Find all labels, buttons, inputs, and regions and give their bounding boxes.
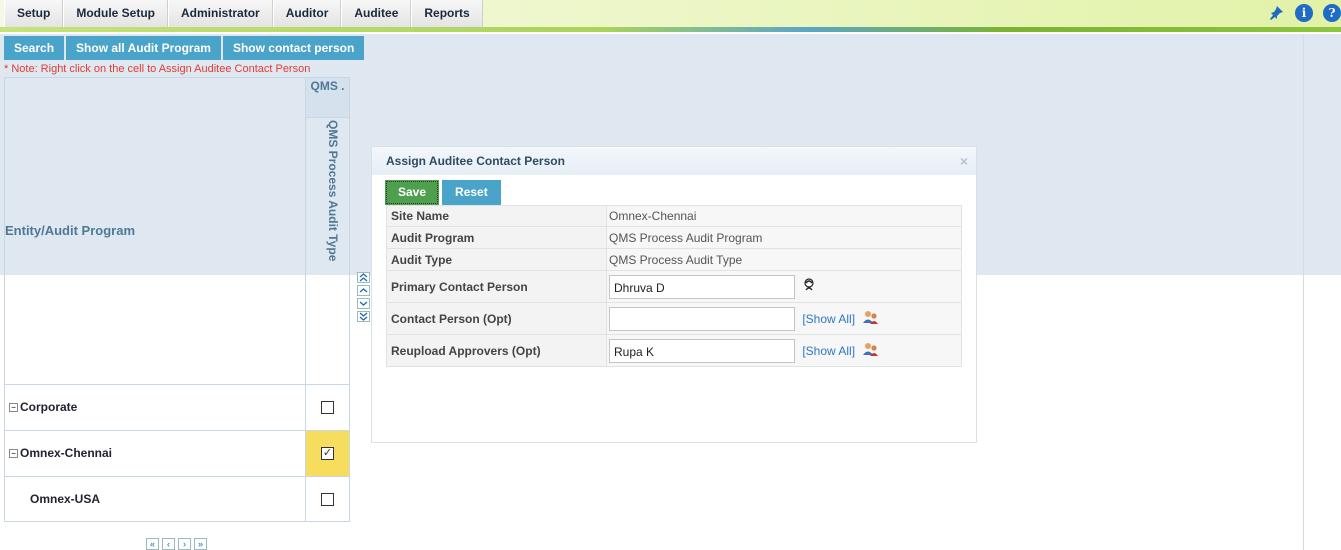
form-row-primary-contact: Primary Contact Person Dhruva D	[386, 270, 962, 303]
main-menu: Setup Module Setup Administrator Auditor…	[4, 0, 483, 27]
save-button[interactable]: Save	[385, 180, 440, 205]
menu-administrator[interactable]: Administrator	[168, 0, 273, 27]
site-name-value: Omnex-Chennai	[606, 205, 962, 227]
top-icons: i ?	[1267, 4, 1341, 22]
form-row-site-name: Site Name Omnex-Chennai	[386, 205, 962, 227]
dialog-buttons: Save Reset	[385, 180, 501, 205]
reset-button[interactable]: Reset	[442, 180, 501, 205]
contact-person-label: Contact Person (Opt)	[386, 302, 607, 335]
grid-toolbar: Search Show all Audit Program Show conta…	[4, 36, 365, 60]
contact-show-all-link[interactable]: [Show All]	[802, 312, 855, 326]
grid-header-bg	[5, 78, 349, 275]
cell-corporate-qms[interactable]	[306, 385, 349, 430]
checkbox-checked[interactable]: ✓	[321, 447, 334, 460]
grid-pager: « ‹ › »	[146, 538, 207, 550]
last-page-button[interactable]: »	[194, 538, 207, 550]
audit-program-label: Audit Program	[386, 226, 607, 249]
row-label: Corporate	[20, 400, 78, 414]
contact-person-input[interactable]	[609, 306, 795, 331]
row-divider	[5, 430, 349, 431]
menu-reports[interactable]: Reports	[411, 0, 483, 27]
cell-omnex-usa-qms[interactable]	[306, 477, 349, 522]
menu-auditee[interactable]: Auditee	[341, 0, 412, 27]
checkbox[interactable]	[321, 493, 334, 506]
scroll-bottom-button[interactable]	[357, 311, 370, 322]
checkbox[interactable]	[321, 401, 334, 414]
show-contact-person-button[interactable]: Show contact person	[222, 36, 365, 60]
form-row-reupload-approvers: Reupload Approvers (Opt) Rupa K [Show Al…	[386, 334, 962, 367]
audit-program-value: QMS Process Audit Program	[606, 226, 962, 249]
row-divider	[5, 476, 349, 477]
row-label: Omnex-Chennai	[20, 446, 113, 460]
audit-type-label: Audit Type	[386, 248, 607, 271]
primary-contact-label: Primary Contact Person	[386, 270, 607, 303]
column-header-qms-process-audit-type[interactable]: QMS Process Audit Type	[318, 120, 340, 275]
group-header-qms: QMS .	[306, 78, 349, 118]
prev-page-button[interactable]: ‹	[162, 538, 175, 550]
info-icon[interactable]: i	[1295, 4, 1313, 22]
collapse-icon[interactable]: −	[9, 448, 18, 458]
close-icon[interactable]: ×	[960, 147, 968, 175]
first-page-button[interactable]: «	[146, 538, 159, 550]
menu-auditor[interactable]: Auditor	[272, 0, 342, 27]
user-lookup-icon[interactable]	[802, 278, 816, 295]
help-icon[interactable]: ?	[1323, 4, 1341, 22]
reupload-approvers-label: Reupload Approvers (Opt)	[386, 334, 607, 367]
primary-contact-cell: Dhruva D	[606, 270, 962, 303]
form-row-audit-program: Audit Program QMS Process Audit Program	[386, 226, 962, 249]
entity-audit-program-header: Entity/Audit Program	[5, 223, 136, 238]
pin-icon[interactable]	[1267, 4, 1285, 22]
cell-omnex-chennai-qms[interactable]: ✓	[306, 431, 349, 476]
scroll-down-button[interactable]	[357, 298, 370, 309]
nav-accent-line	[0, 27, 1341, 32]
site-name-label: Site Name	[386, 205, 607, 227]
audit-type-value: QMS Process Audit Type	[606, 248, 962, 271]
row-corporate[interactable]: − Corporate	[9, 400, 77, 414]
row-omnex-chennai[interactable]: − Omnex-Chennai	[9, 446, 112, 460]
reupload-approvers-cell: Rupa K [Show All]	[606, 334, 962, 367]
dialog-title: Assign Auditee Contact Person	[386, 154, 565, 168]
contact-person-cell: [Show All]	[606, 302, 962, 335]
dialog-titlebar[interactable]: Assign Auditee Contact Person ×	[372, 147, 976, 175]
row-label: Omnex-USA	[30, 492, 101, 506]
assign-note: * Note: Right click on the cell to Assig…	[4, 63, 311, 75]
next-page-button[interactable]: ›	[178, 538, 191, 550]
show-all-audit-program-button[interactable]: Show all Audit Program	[66, 36, 221, 60]
form-row-audit-type: Audit Type QMS Process Audit Type	[386, 248, 962, 271]
grid-vertical-scroll	[357, 272, 370, 322]
users-icon[interactable]	[862, 342, 879, 359]
menu-module-setup[interactable]: Module Setup	[63, 0, 169, 27]
reupload-approvers-input[interactable]: Rupa K	[609, 338, 795, 363]
assign-contact-dialog: Assign Auditee Contact Person × Save Res…	[371, 146, 977, 443]
scroll-top-button[interactable]	[357, 272, 370, 283]
right-divider	[1303, 34, 1304, 550]
reupload-show-all-link[interactable]: [Show All]	[802, 344, 855, 358]
primary-contact-input[interactable]: Dhruva D	[609, 274, 795, 299]
scroll-up-button[interactable]	[357, 285, 370, 296]
audit-program-grid: QMS . QMS Process Audit Type Entity/Audi…	[4, 77, 350, 522]
top-nav-bar: Setup Module Setup Administrator Auditor…	[0, 0, 1341, 32]
row-divider	[5, 384, 349, 385]
form-row-contact-person: Contact Person (Opt) [Show All]	[386, 302, 962, 335]
collapse-icon[interactable]: −	[9, 402, 18, 412]
row-omnex-usa[interactable]: Omnex-USA	[30, 492, 100, 506]
users-icon[interactable]	[862, 310, 879, 327]
row-divider	[5, 521, 349, 522]
search-button[interactable]: Search	[4, 36, 65, 60]
contact-form: Site Name Omnex-Chennai Audit Program QM…	[386, 205, 962, 367]
menu-setup[interactable]: Setup	[4, 0, 64, 27]
